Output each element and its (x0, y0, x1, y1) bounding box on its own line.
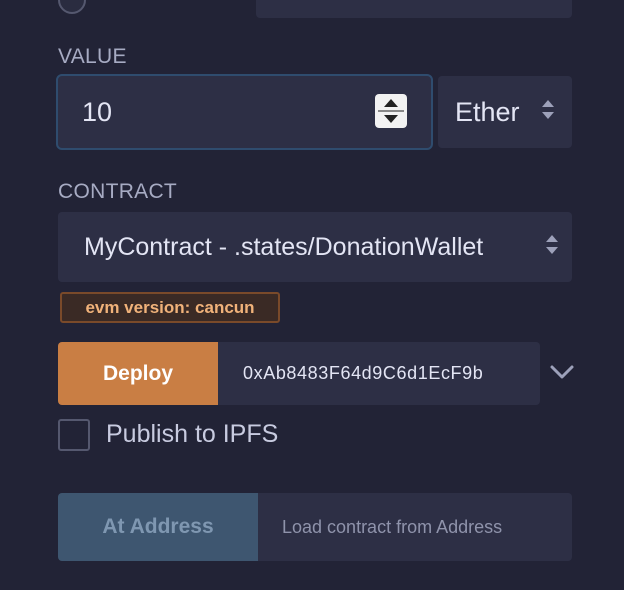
contract-select[interactable]: MyContract - .states/DonationWallet (58, 212, 572, 282)
deploy-address[interactable]: 0xAb8483F64d9C6d1EcF9b (218, 342, 540, 405)
deploy-button[interactable]: Deploy (58, 342, 218, 405)
value-input[interactable]: 10 (56, 74, 433, 150)
publish-ipfs-label: Publish to IPFS (106, 420, 279, 448)
unit-value: Ether (455, 96, 520, 127)
top-field[interactable] (256, 0, 572, 18)
evm-version-badge: evm version: cancun (60, 292, 280, 323)
contract-label: CONTRACT (58, 180, 178, 203)
contract-selected: MyContract - .states/DonationWallet (84, 232, 484, 261)
value-amount: 10 (82, 96, 113, 127)
decrement-arrow-icon[interactable] (384, 115, 398, 123)
up-down-stepper-icon[interactable] (375, 94, 407, 128)
at-address-input[interactable]: Load contract from Address (258, 493, 572, 561)
select-arrows-icon (546, 235, 558, 254)
select-arrows-icon (542, 100, 554, 119)
unit-select[interactable]: Ether (438, 76, 572, 148)
chevron-down-icon[interactable] (548, 360, 576, 384)
publish-ipfs-checkbox[interactable] (58, 419, 90, 451)
at-address-button[interactable]: At Address (58, 493, 258, 561)
increment-arrow-icon[interactable] (384, 99, 398, 107)
radio-button[interactable] (58, 0, 86, 14)
value-label: VALUE (58, 45, 127, 68)
